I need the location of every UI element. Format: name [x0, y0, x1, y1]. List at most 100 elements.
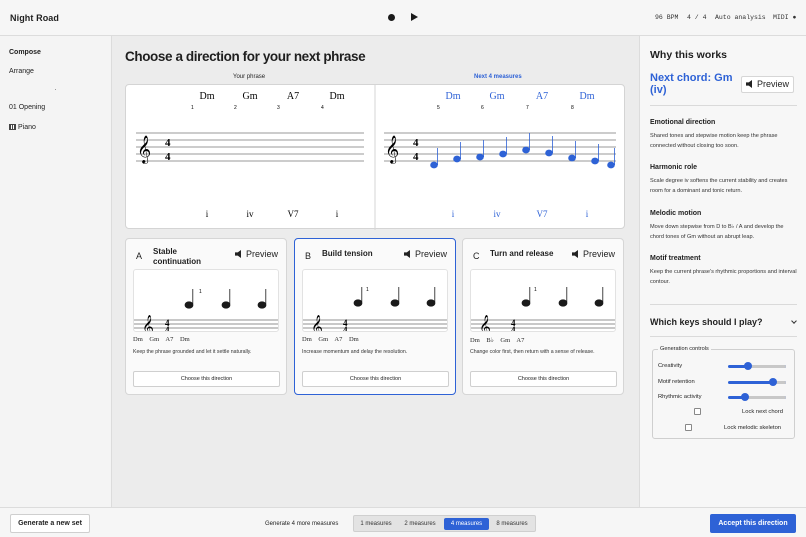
measure-number: 1 [534, 287, 537, 293]
rhythmic-activity-slider[interactable] [728, 393, 786, 401]
card-title: Stable continuation [153, 247, 201, 266]
bpm-readout[interactable]: 96 BPM [655, 14, 678, 21]
roman-numeral: iv [246, 209, 254, 219]
generate-new-set-button[interactable]: Generate a new set [10, 514, 90, 533]
analysis-toggle[interactable]: Auto analysis [715, 14, 766, 21]
sidebar-item-compose[interactable]: Compose [9, 49, 41, 56]
choose-direction-button[interactable]: Choose this direction [470, 371, 617, 387]
treble-clef: 𝄞 [385, 135, 399, 164]
treble-clef: 𝄞 [137, 135, 151, 164]
card-letter: B [305, 251, 312, 261]
melody-note [591, 157, 599, 165]
melody-note [476, 153, 484, 161]
svg-text:𝄞: 𝄞 [479, 314, 491, 332]
time-sig-bottom: 4 [165, 151, 171, 163]
record-icon[interactable] [388, 14, 395, 21]
time-sig-top: 4 [165, 137, 171, 149]
mini-staff: 𝄞 4 4 1 [302, 269, 448, 332]
play-icon[interactable] [411, 13, 418, 21]
measure-number: 6 [481, 105, 484, 111]
time-sig-bottom: 4 [511, 325, 516, 332]
direction-card-c[interactable]: C Turn and release Preview 𝄞 4 4 1 Dm B♭… [462, 238, 624, 395]
generation-legend: Generation controls [658, 346, 711, 352]
roman-numeral: i [336, 209, 339, 219]
measure-number: 4 [321, 105, 324, 111]
section-text: Scale degree iv softens the current stab… [650, 178, 788, 194]
direction-card-a[interactable]: A Stable continuation Preview 𝄞 4 4 1 Dm… [125, 238, 287, 395]
measure-number: 7 [526, 105, 529, 111]
section-title: Emotional direction [650, 119, 716, 126]
preview-button[interactable]: Preview [571, 249, 615, 259]
sidebar: Compose Arrange 01 Opening Piano [0, 36, 112, 507]
measure-number: 1 [366, 287, 369, 293]
direction-card-b[interactable]: B Build tension Preview 𝄞 4 4 1 Dm Gm A7… [294, 238, 456, 395]
preview-label: Preview [414, 249, 447, 259]
measure-number: 1 [191, 105, 194, 111]
melody-note [545, 149, 553, 157]
measure-number: 1 [199, 289, 202, 295]
lock-next-chord-checkbox[interactable] [694, 408, 701, 415]
measure-number: 8 [571, 105, 574, 111]
main-panel: Choose a direction for your next phrase … [112, 36, 639, 507]
melody-note [453, 155, 461, 163]
melody-note [522, 146, 530, 154]
preview-chord-button[interactable]: Preview [741, 76, 794, 93]
card-title: Build tension [322, 249, 373, 258]
preview-button[interactable]: Preview [234, 249, 278, 259]
roman-numeral: i [206, 209, 209, 219]
divider [650, 336, 797, 337]
speaker-icon [403, 250, 410, 258]
measure-number: 5 [437, 105, 440, 111]
roman-numeral: V7 [288, 209, 299, 219]
sidebar-item-section[interactable]: 01 Opening [9, 104, 45, 111]
chord-symbol: Dm [446, 91, 461, 102]
chevron-down-icon[interactable] [791, 318, 797, 324]
card-chords: Dm Gm A7 Dm [302, 336, 359, 343]
creativity-slider[interactable] [728, 362, 786, 370]
measure-option[interactable]: 2 measures [400, 518, 440, 530]
measure-number: 2 [234, 105, 237, 111]
midi-status[interactable]: MIDI ● [773, 14, 796, 21]
meter-readout[interactable]: 4 / 4 [687, 14, 707, 21]
measure-option[interactable]: 1 measures [356, 518, 396, 530]
preview-label: Preview [757, 79, 790, 89]
preview-label: Preview [245, 249, 278, 259]
measure-option[interactable]: 8 measures [492, 518, 532, 530]
preview-label: Preview [582, 249, 615, 259]
card-title: Turn and release [490, 249, 554, 258]
piano-icon [9, 124, 16, 130]
measure-count-selector: 1 measures 2 measures 4 measures 8 measu… [353, 515, 536, 532]
slider-label: Rhythmic activity [658, 394, 702, 400]
mini-staff: 𝄞 4 4 1 [133, 269, 279, 332]
speaker-icon [571, 250, 578, 258]
card-chords: Dm Gm A7 Dm [133, 336, 190, 343]
preview-button[interactable]: Preview [403, 249, 447, 259]
melody-note [499, 150, 507, 158]
melody-note [430, 161, 438, 169]
score-view[interactable]: 𝄞 4 4 𝄞 4 4 Dm Gm A7 Dm Dm Gm A7 Dm 1 2 3 4 5 6 7 8 i iv V7 i i iv V… [125, 84, 625, 230]
choose-direction-button[interactable]: Choose this direction [133, 371, 280, 387]
sidebar-item-instrument[interactable]: Piano [9, 124, 36, 131]
lock-melodic-skeleton-checkbox[interactable] [685, 424, 692, 431]
measure-option[interactable]: 4 measures [444, 518, 489, 530]
your-phrase-label: Your phrase [233, 74, 266, 80]
card-chords: Dm B♭ Gm A7 [470, 337, 525, 344]
card-letter: C [473, 251, 480, 261]
time-sig-bottom: 4 [343, 325, 348, 332]
card-description: Keep the phrase grounded and let it sett… [133, 349, 252, 355]
keys-section-toggle[interactable]: Which keys should I play? [650, 317, 763, 327]
app-title: Night Road [10, 13, 59, 23]
choose-direction-button[interactable]: Choose this direction [302, 371, 449, 387]
melody-note [607, 161, 615, 169]
sidebar-item-arrange[interactable]: Arrange [9, 68, 34, 75]
chord-symbol: Gm [243, 91, 258, 102]
card-letter: A [136, 251, 143, 261]
accept-direction-button[interactable]: Accept this direction [710, 514, 796, 533]
divider [650, 105, 797, 106]
svg-text:𝄞: 𝄞 [142, 314, 154, 332]
score-staff: 𝄞 4 4 𝄞 4 4 Dm Gm A7 Dm Dm Gm A7 Dm 1 2 3 4 5 6 7 8 i iv V7 i i iv V… [136, 85, 616, 230]
divider-dot [55, 89, 56, 90]
chord-symbol: A7 [287, 91, 299, 102]
motif-retention-slider[interactable] [728, 378, 786, 386]
section-title: Motif treatment [650, 255, 701, 262]
